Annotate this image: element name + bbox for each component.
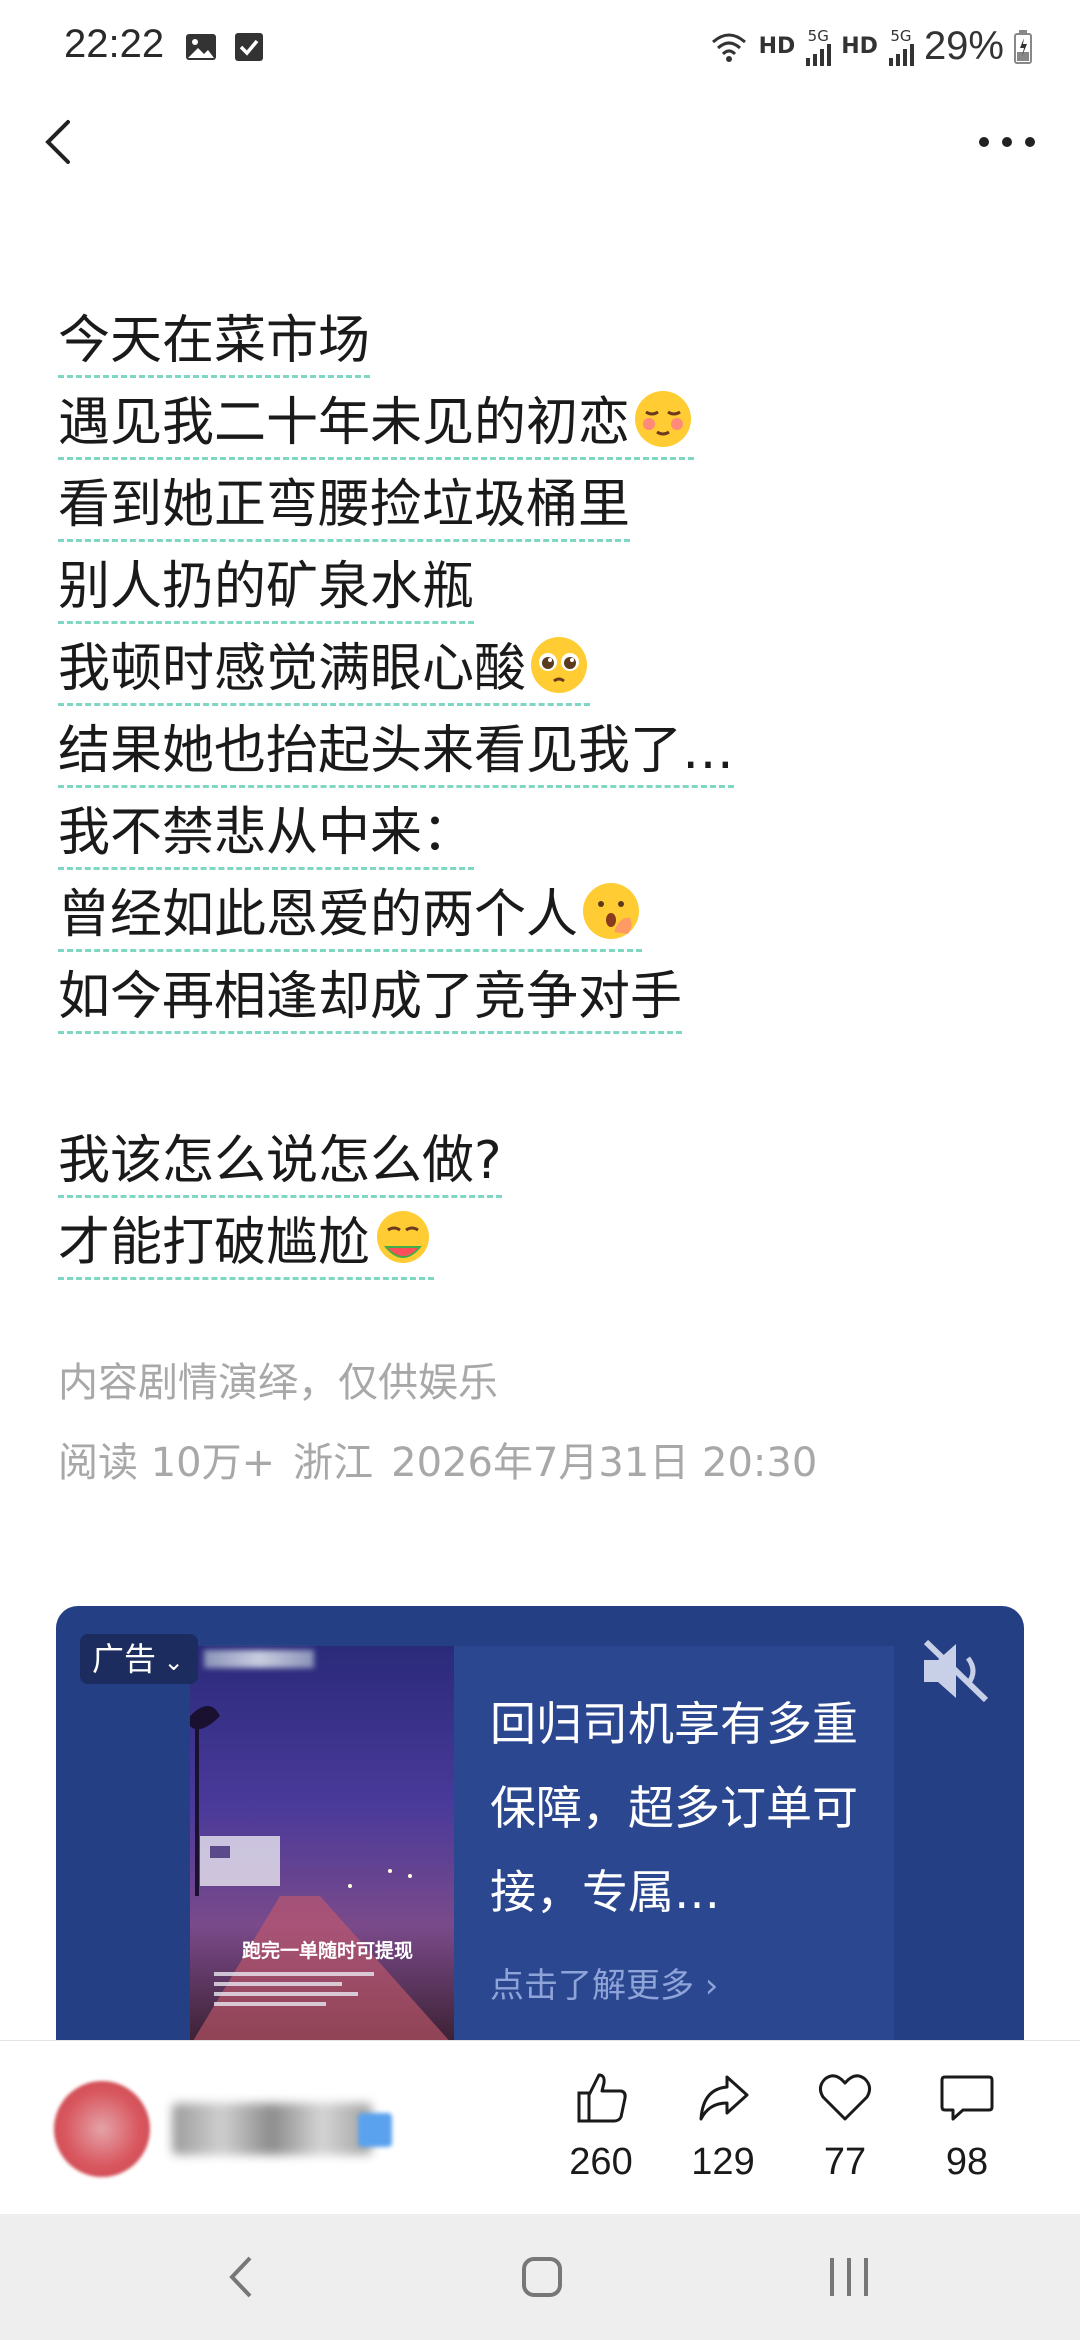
text-line: 我顿时感觉满眼心酸: [58, 628, 1038, 710]
post-datetime: 2026年7月31日 20:30: [391, 1440, 818, 1486]
battery-percent: 29%: [923, 24, 1004, 68]
gallery-notification-icon: [186, 34, 216, 60]
ad-card[interactable]: 跑完一单随时可提现 广告 ⌄ 回归司机享有多重保障，超多订单可接，专属… 点击了…: [56, 1606, 1024, 2040]
wifi-icon: [711, 33, 746, 62]
signal-icon-2: [888, 43, 914, 66]
ad-text-panel[interactable]: 回归司机享有多重保障，超多订单可接，专属… 点击了解更多 ›: [454, 1646, 894, 2040]
text-line: 看到她正弯腰捡垃圾桶里: [58, 464, 1038, 546]
share-count: 129: [691, 2141, 755, 2183]
eating-watermelon-emoji-icon: [377, 1211, 430, 1263]
signal-label-2: 5G: [890, 26, 912, 45]
status-bar: 22:22 HD 5G HD 5G 29%: [0, 0, 1080, 96]
top-nav: [0, 96, 1080, 192]
post-meta: 阅读 10万+ 浙江 2026年7月31日 20:30: [58, 1430, 835, 1488]
pleading-face-emoji-icon: [531, 637, 588, 693]
text-line: 别人扔的矿泉水瓶: [58, 546, 1038, 628]
network-type-2: HD: [841, 34, 878, 59]
share-arrow-icon: [699, 2075, 749, 2121]
favorite-count: 77: [823, 2141, 867, 2183]
comment-bubble-icon: [940, 2075, 994, 2121]
ad-video-caption: 跑完一单随时可提现: [242, 1940, 414, 1962]
ad-headline: 回归司机享有多重保障，超多订单可接，专属…: [490, 1697, 858, 1919]
system-home-icon[interactable]: [520, 2252, 564, 2302]
share-button[interactable]: 129: [668, 2067, 778, 2184]
system-navigation-bar: [0, 2214, 1080, 2340]
like-count: 260: [569, 2141, 633, 2183]
status-time: 22:22: [64, 22, 165, 66]
text-line: 我不禁悲从中来：: [58, 792, 1038, 874]
system-recents-icon[interactable]: [824, 2252, 874, 2302]
back-arrow-icon[interactable]: [30, 112, 90, 172]
ad-video-thumbnail[interactable]: 跑完一单随时可提现: [190, 1646, 454, 2040]
disclaimer-text: 内容剧情演绎，仅供娱乐: [58, 1360, 498, 1406]
comment-count: 98: [945, 2141, 989, 2183]
chevron-down-icon: ⌄: [156, 1648, 184, 1676]
text-line: 结果她也抬起头来看见我了…: [58, 710, 1038, 792]
shy-face-emoji-icon: [635, 391, 692, 447]
like-button[interactable]: 260: [546, 2067, 656, 2184]
text-line: 遇见我二十年未见的初恋: [58, 382, 1038, 464]
mute-icon[interactable]: [916, 1636, 996, 1706]
heart-icon: [818, 2074, 872, 2121]
author-avatar[interactable]: [54, 2081, 150, 2177]
location: 浙江: [293, 1440, 374, 1486]
signal-label-1: 5G: [807, 26, 829, 45]
text-line: 曾经如此恩爱的两个人: [58, 874, 1038, 956]
ad-label[interactable]: 广告 ⌄: [80, 1634, 198, 1684]
text-line: 我该怎么说怎么做?: [58, 1120, 1038, 1202]
text-line: 才能打破尴尬: [58, 1202, 1038, 1284]
text-line: 今天在菜市场: [58, 300, 1038, 382]
verified-badge-icon: [358, 2113, 392, 2147]
more-options-icon[interactable]: [972, 122, 1042, 162]
favorite-button[interactable]: 77: [790, 2067, 900, 2184]
bottom-action-bar: 260 129 77 98: [0, 2040, 1080, 2215]
thumbs-up-icon: [577, 2073, 627, 2123]
ad-learn-more-link[interactable]: 点击了解更多 ›: [490, 1958, 718, 2007]
task-notification-icon: [235, 33, 263, 61]
comment-button[interactable]: 98: [912, 2067, 1022, 2184]
system-back-icon[interactable]: [222, 2252, 262, 2302]
network-type-1: HD: [758, 34, 796, 59]
author-name[interactable]: [172, 2103, 372, 2155]
signal-icon-1: [806, 43, 832, 66]
battery-icon: [1014, 29, 1032, 64]
post-content: 今天在菜市场 遇见我二十年未见的初恋 看到她正弯腰捡垃圾桶里 别人扔的矿泉水瓶 …: [58, 300, 1038, 1284]
hushed-hand-over-mouth-emoji-icon: [583, 883, 640, 939]
ad-video-fineprint: [214, 1972, 374, 2022]
ad-advertiser-name: [204, 1650, 314, 1668]
text-line: 如今再相逢却成了竞争对手: [58, 956, 1038, 1038]
read-count: 阅读 10万+: [58, 1440, 276, 1486]
